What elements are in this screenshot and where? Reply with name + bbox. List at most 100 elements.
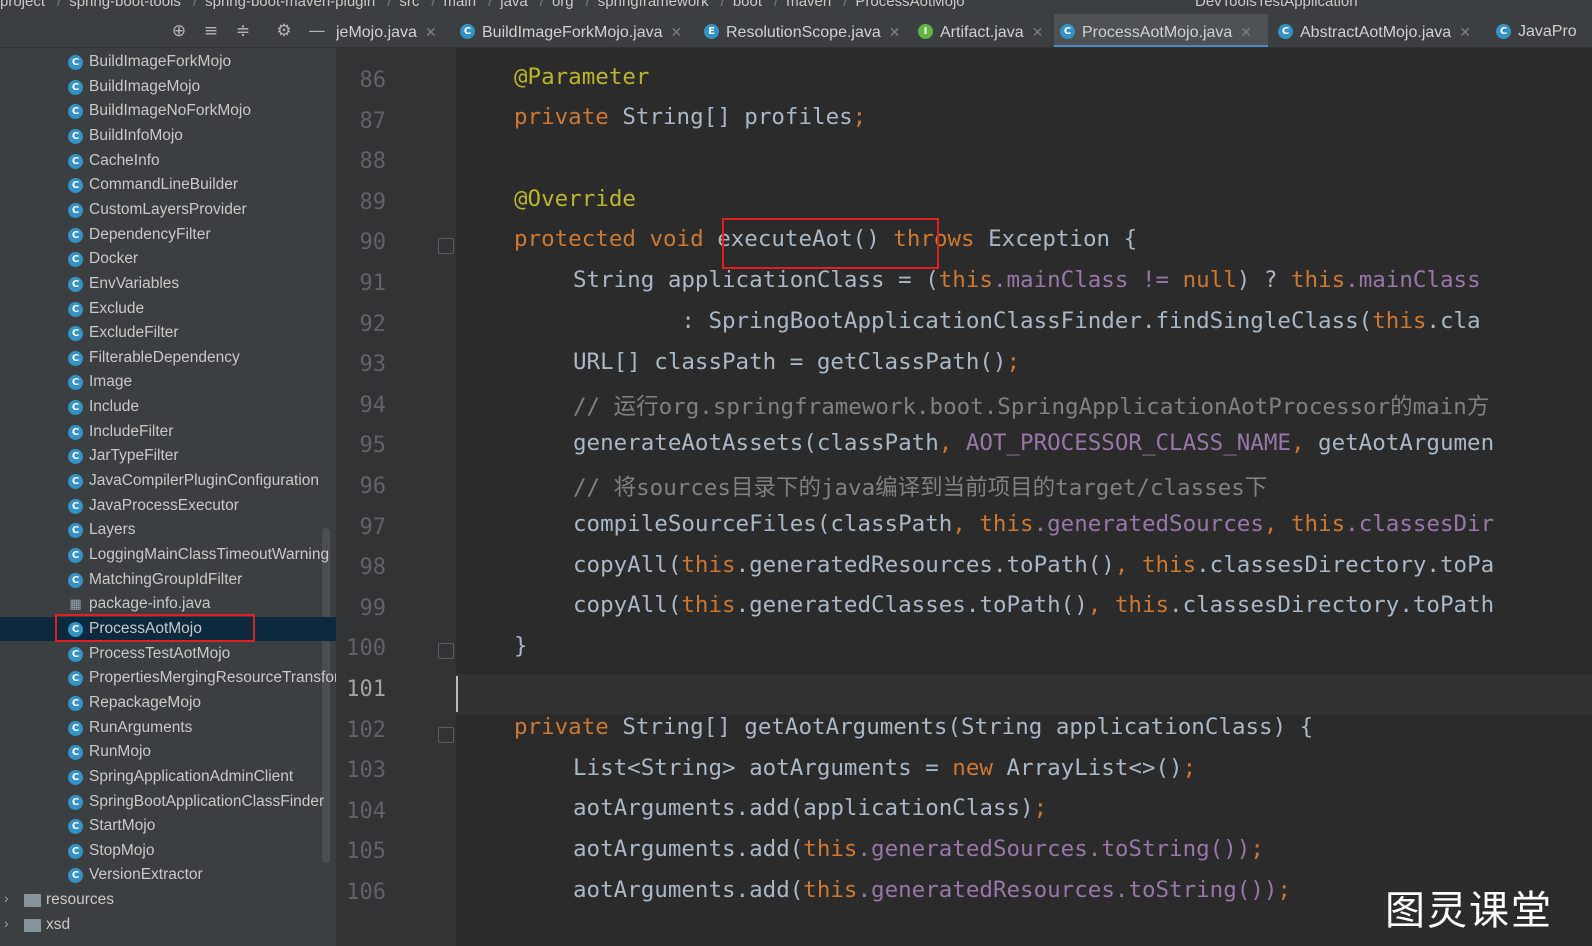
breadcrumb-item[interactable]: springframework (598, 0, 709, 10)
breadcrumb-item[interactable]: main (444, 0, 477, 10)
line-number[interactable]: 98 (336, 555, 387, 580)
line-number[interactable]: 88 (336, 149, 387, 174)
tree-item[interactable]: ▦ package-info.java (0, 592, 336, 616)
line-number[interactable]: 105 (336, 839, 386, 864)
line-number[interactable]: 89 (336, 190, 387, 215)
tree-item[interactable]: C BuildInfoMojo (0, 124, 336, 148)
tree-item[interactable]: C EnvVariables (0, 272, 336, 296)
line-number[interactable]: 104 (336, 799, 386, 824)
tree-item[interactable]: C RepackageMojo (0, 691, 336, 715)
code-line-93: URL[] classPath = getClassPath(); (456, 349, 1592, 389)
line-number[interactable]: 95 (336, 433, 387, 458)
code-token: generateAotAssets(classPath (573, 430, 939, 456)
close-icon[interactable]: ✕ (425, 24, 437, 40)
tree-item[interactable]: C DependencyFilter (0, 223, 336, 247)
chevron-right-icon[interactable]: › (4, 890, 9, 906)
tree-item[interactable]: C SpringBootApplicationClassFinder (0, 790, 336, 814)
tree-item[interactable]: C Image (0, 370, 336, 394)
breadcrumb-item[interactable]: project (0, 0, 45, 10)
line-number[interactable]: 93 (336, 352, 387, 377)
tab-1[interactable]: C BuildImageForkMojo.java ✕ (454, 14, 683, 47)
tab-4[interactable]: C ProcessAotMojo.java ✕ (1054, 14, 1268, 47)
line-number[interactable]: 97 (336, 515, 387, 540)
fold-icon[interactable] (438, 238, 454, 254)
tree-item[interactable]: C BuildImageNoForkMojo (0, 99, 336, 123)
tree-item[interactable]: C BuildImageForkMojo (0, 50, 336, 74)
tree-item[interactable]: C ProcessTestAotMojo (0, 642, 336, 666)
editor-tabs: jeMojo.java ✕ C BuildImageForkMojo.java ✕ … (336, 14, 1592, 48)
tree-item[interactable]: C BuildImageMojo (0, 75, 336, 99)
tree-item[interactable]: C Include (0, 395, 336, 419)
tree-item[interactable]: C CustomLayersProvider (0, 198, 336, 222)
tree-item[interactable]: C StartMojo (0, 814, 336, 838)
line-number[interactable]: 92 (336, 312, 387, 337)
line-number[interactable]: 96 (336, 474, 387, 499)
expand-all-icon[interactable]: ≡ (200, 20, 222, 42)
locate-icon[interactable]: ⊕ (168, 20, 190, 42)
breadcrumb-item[interactable]: src (399, 0, 419, 10)
tree-item[interactable]: C ExcludeFilter (0, 321, 336, 345)
tree-item[interactable]: C IncludeFilter (0, 420, 336, 444)
close-icon[interactable]: ✕ (1459, 24, 1471, 40)
tree-item[interactable]: C PropertiesMergingResourceTransformer (0, 666, 336, 690)
hide-icon[interactable]: — (306, 20, 328, 42)
tree-item[interactable]: C JarTypeFilter (0, 444, 336, 468)
fold-icon[interactable] (438, 727, 454, 743)
breadcrumb-item[interactable]: org (552, 0, 574, 10)
code-line-102: private String[] getAotArguments(String … (456, 714, 1592, 754)
tab-5[interactable]: C AbstractAotMojo.java ✕ (1272, 14, 1471, 47)
line-number[interactable]: 90 (336, 230, 387, 255)
tree-folder[interactable]: › xsd (0, 913, 336, 937)
close-icon[interactable]: ✕ (1032, 24, 1044, 40)
tree-item[interactable]: C JavaProcessExecutor (0, 494, 336, 518)
line-number[interactable]: 86 (336, 68, 387, 93)
line-number[interactable]: 91 (336, 271, 387, 296)
line-number[interactable]: 87 (336, 109, 387, 134)
line-number[interactable]: 102 (336, 718, 386, 743)
run-config-selector[interactable]: DevToolsTestApplication (1195, 0, 1358, 9)
tab-2[interactable]: E ResolutionScope.java ✕ (698, 14, 901, 47)
close-icon[interactable]: ✕ (1240, 24, 1252, 40)
breadcrumb-item[interactable]: spring-boot-tools (69, 0, 181, 10)
tree-item[interactable]: C Exclude (0, 297, 336, 321)
line-number[interactable]: 101 (336, 677, 386, 702)
gear-icon[interactable]: ⚙ (273, 20, 295, 42)
line-number[interactable]: 94 (336, 393, 387, 418)
tree-item[interactable]: C CacheInfo (0, 149, 336, 173)
breadcrumb-item[interactable]: maven (786, 0, 831, 10)
tree-item[interactable]: C RunMojo (0, 740, 336, 764)
tree-item[interactable]: C CommandLineBuilder (0, 173, 336, 197)
line-number[interactable]: 103 (336, 758, 386, 783)
line-number[interactable]: 99 (336, 596, 387, 621)
tree-item-label: SpringApplicationAdminClient (89, 767, 294, 785)
tab-3[interactable]: I Artifact.java ✕ (912, 14, 1044, 47)
line-number[interactable]: 106 (336, 880, 386, 905)
tree-folder[interactable]: › resources (0, 888, 336, 912)
breadcrumb-item[interactable]: ProcessAotMojo (855, 0, 964, 10)
tree-item[interactable]: C JavaCompilerPluginConfiguration (0, 469, 336, 493)
chevron-right-icon[interactable]: › (4, 915, 9, 931)
close-icon[interactable]: ✕ (671, 24, 683, 40)
collapse-all-icon[interactable]: ≑ (232, 20, 254, 42)
tab-0[interactable]: jeMojo.java ✕ (336, 14, 437, 47)
fold-icon[interactable] (438, 643, 454, 659)
tree-item[interactable]: C SpringApplicationAdminClient (0, 765, 336, 789)
tree-item[interactable]: C MatchingGroupIdFilter (0, 568, 336, 592)
tree-item[interactable]: C RunArguments (0, 716, 336, 740)
tree-item[interactable]: C Layers (0, 518, 336, 542)
tree-item-label: EnvVariables (89, 274, 180, 292)
class-icon: C (68, 153, 83, 169)
code-line-105: aotArguments.add(this.generatedSources.t… (456, 836, 1592, 876)
tree-item[interactable]: C LoggingMainClassTimeoutWarning (0, 543, 336, 567)
breadcrumb-item[interactable]: boot (733, 0, 762, 10)
tree-item[interactable]: C StopMojo (0, 839, 336, 863)
breadcrumb-item[interactable]: spring-boot-maven-plugin (205, 0, 375, 10)
close-icon[interactable]: ✕ (889, 24, 901, 40)
line-number[interactable]: 100 (336, 636, 386, 661)
tree-item[interactable]: C FilterableDependency (0, 346, 336, 370)
tree-item[interactable]: C VersionExtractor (0, 863, 336, 887)
tab-6[interactable]: C JavaPro (1490, 14, 1577, 47)
breadcrumb-item[interactable]: java (500, 0, 528, 10)
tree-item[interactable]: C Docker (0, 247, 336, 271)
code-token: String[] getAotArguments(String applicat… (608, 714, 1314, 740)
